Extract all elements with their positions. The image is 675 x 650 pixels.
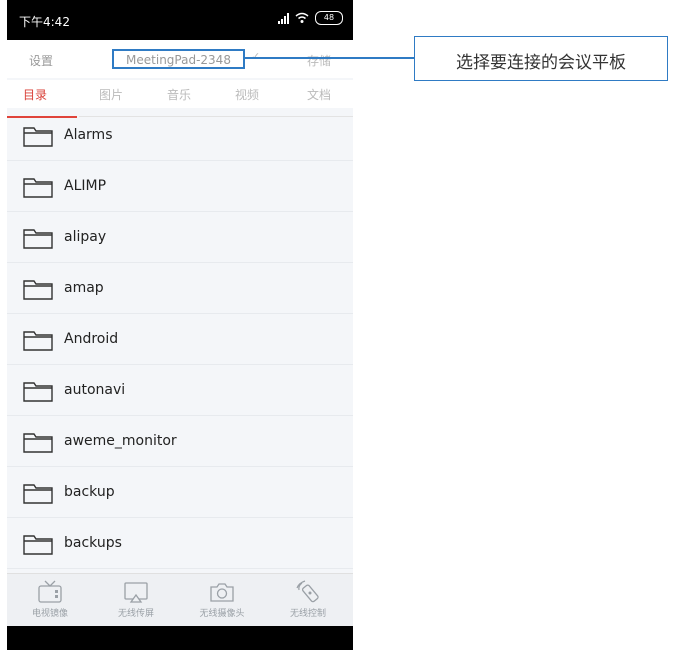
folder-name: backups — [64, 535, 122, 551]
nav-label: 无线传屏 — [117, 609, 154, 619]
status-bar: 下午4:42 48 — [7, 0, 353, 40]
annotation-text: 选择要连接的会议平板 — [456, 53, 626, 73]
list-item[interactable]: autonavi — [7, 365, 353, 416]
annotation-callout: 选择要连接的会议平板 — [414, 36, 668, 81]
folder-name: amap — [64, 280, 104, 296]
folder-icon — [23, 280, 53, 300]
status-icons: 48 — [278, 11, 343, 25]
folder-name: backup — [64, 484, 115, 500]
folder-name: autonavi — [64, 382, 126, 398]
folder-icon — [23, 229, 53, 249]
camera-icon — [210, 583, 234, 602]
nav-label: 无线摄像头 — [199, 609, 245, 619]
tab-directory[interactable]: 目录 — [23, 86, 47, 103]
signal-icon — [278, 12, 289, 24]
folder-icon — [23, 484, 53, 504]
folder-icon — [23, 535, 53, 555]
device-selector[interactable]: MeetingPad-2348 — [112, 49, 245, 69]
device-name: MeetingPad-2348 — [126, 53, 231, 67]
settings-button[interactable]: 设置 — [29, 52, 53, 69]
folder-icon — [23, 382, 53, 402]
nav-tv-mirror[interactable]: 电视镜像 — [7, 574, 93, 626]
storage-button[interactable]: 存储 — [307, 52, 331, 69]
nav-label: 电视镜像 — [31, 609, 68, 619]
tv-icon — [38, 580, 62, 603]
tab-documents[interactable]: 文档 — [307, 86, 331, 103]
list-item[interactable]: amap — [7, 263, 353, 314]
folder-list: Alarms ALIMP alipay amap Android autonav… — [7, 110, 353, 601]
nav-label: 无线控制 — [289, 609, 326, 619]
list-item[interactable]: aweme_monitor — [7, 416, 353, 467]
phone-screen: 下午4:42 48 设置 MeetingPad-2348 ✓ 存储 目录 图片 … — [7, 0, 353, 650]
folder-icon — [23, 178, 53, 198]
nav-wireless-control[interactable]: 无线控制 — [265, 574, 351, 626]
top-bar: 设置 MeetingPad-2348 ✓ 存储 — [7, 40, 353, 118]
folder-icon — [23, 433, 53, 453]
list-item[interactable]: backups — [7, 518, 353, 569]
folder-icon — [23, 331, 53, 351]
category-tabs: 目录 图片 音乐 视频 文档 — [7, 80, 353, 108]
folder-name: Alarms — [64, 127, 113, 143]
wifi-icon — [295, 12, 309, 23]
list-item[interactable]: Alarms — [7, 110, 353, 161]
folder-name: ALIMP — [64, 178, 107, 194]
annotation-connector — [244, 57, 414, 59]
folder-name: aweme_monitor — [64, 433, 177, 449]
battery-icon: 48 — [315, 11, 343, 25]
tab-video[interactable]: 视频 — [235, 86, 259, 103]
list-item[interactable]: Android — [7, 314, 353, 365]
nav-wireless-cast[interactable]: 无线传屏 — [93, 574, 179, 626]
remote-icon — [296, 580, 319, 603]
cast-icon — [124, 582, 148, 603]
folder-icon — [23, 127, 53, 147]
list-item[interactable]: alipay — [7, 212, 353, 263]
tab-pictures[interactable]: 图片 — [99, 86, 123, 103]
list-item[interactable]: backup — [7, 467, 353, 518]
list-item[interactable]: ALIMP — [7, 161, 353, 212]
folder-name: Android — [64, 331, 119, 347]
status-time: 下午4:42 — [19, 15, 70, 29]
navigation-bar — [7, 626, 353, 650]
nav-wireless-camera[interactable]: 无线摄像头 — [179, 574, 265, 626]
tab-music[interactable]: 音乐 — [167, 86, 191, 103]
bottom-nav: 电视镜像 无线传屏 无线摄像头 无线控制 — [7, 573, 353, 626]
folder-name: alipay — [64, 229, 107, 245]
